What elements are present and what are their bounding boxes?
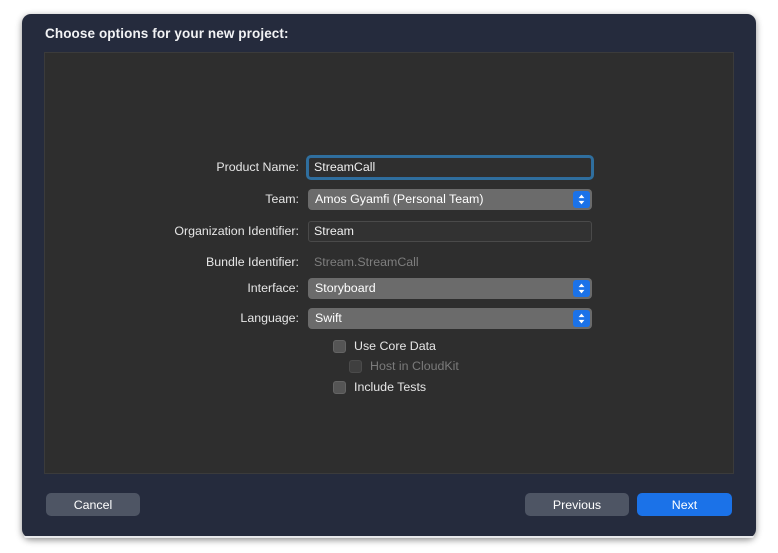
language-label: Language: [45,311,308,325]
language-row: Language: Swift [45,307,592,329]
dialog-title: Choose options for your new project: [45,26,289,41]
interface-selected-value: Storyboard [308,281,376,295]
product-name-row: Product Name: [45,156,592,178]
chevron-up-down-icon [573,280,590,297]
include-tests-label: Include Tests [354,380,426,394]
product-name-input[interactable] [308,157,592,178]
previous-button[interactable]: Previous [525,493,629,516]
team-row: Team: Amos Gyamfi (Personal Team) [45,188,592,210]
chevron-up-down-icon [573,310,590,327]
host-in-cloudkit-checkbox [349,360,362,373]
interface-label: Interface: [45,281,308,295]
bundle-identifier-label: Bundle Identifier: [45,255,308,269]
organization-identifier-label: Organization Identifier: [45,224,308,238]
include-tests-checkbox[interactable] [333,381,346,394]
interface-select[interactable]: Storyboard [308,278,592,299]
language-selected-value: Swift [308,311,342,325]
language-select[interactable]: Swift [308,308,592,329]
cancel-button[interactable]: Cancel [46,493,140,516]
host-in-cloudkit-checkbox-row: Host in CloudKit [349,359,459,373]
bundle-identifier-value: Stream.StreamCall [308,255,419,269]
product-name-label: Product Name: [45,160,308,174]
host-in-cloudkit-label: Host in CloudKit [370,359,459,373]
team-label: Team: [45,192,308,206]
organization-identifier-row: Organization Identifier: [45,220,592,242]
use-core-data-checkbox[interactable] [333,340,346,353]
use-core-data-label: Use Core Data [354,339,436,353]
include-tests-checkbox-row[interactable]: Include Tests [333,380,426,394]
next-button[interactable]: Next [637,493,732,516]
bundle-identifier-row: Bundle Identifier: Stream.StreamCall [45,251,419,273]
team-select[interactable]: Amos Gyamfi (Personal Team) [308,189,592,210]
team-selected-value: Amos Gyamfi (Personal Team) [308,192,483,206]
window-bottom-edge [24,536,754,538]
chevron-up-down-icon [573,191,590,208]
interface-row: Interface: Storyboard [45,277,592,299]
new-project-options-dialog: Choose options for your new project: Pro… [22,14,756,538]
organization-identifier-input[interactable] [308,221,592,242]
use-core-data-checkbox-row[interactable]: Use Core Data [333,339,436,353]
options-content-panel: Product Name: Team: Amos Gyamfi (Persona… [44,52,734,474]
